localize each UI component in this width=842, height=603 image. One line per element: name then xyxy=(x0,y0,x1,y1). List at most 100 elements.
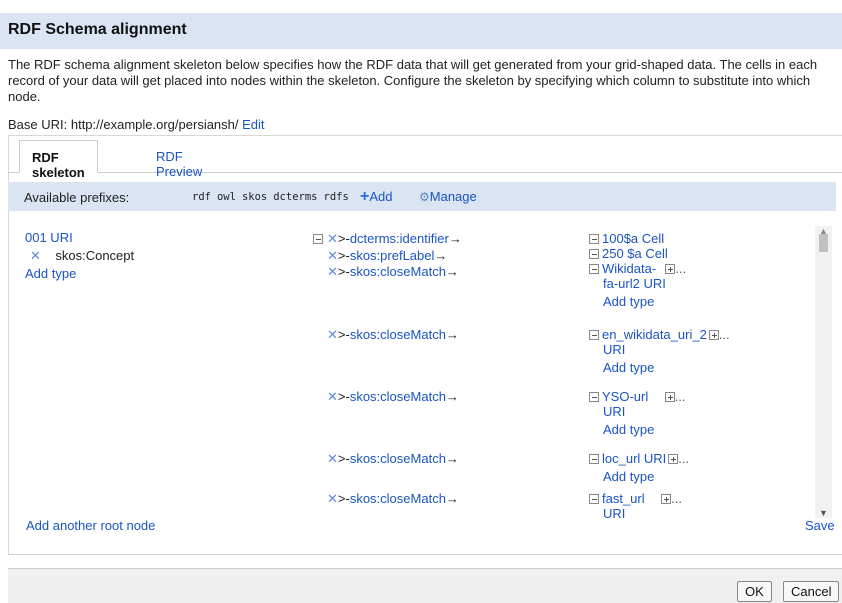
property-link[interactable]: skos:closeMatch xyxy=(350,451,446,466)
add-type-link[interactable]: Add type xyxy=(603,294,686,309)
prefix-bar: Available prefixes: rdf owl skos dcterms rdf… xyxy=(8,182,836,211)
target-node-label[interactable]: Wikidata- xyxy=(602,261,656,276)
arrow-icon: → xyxy=(445,327,459,342)
target-node-label[interactable]: en_wikidata_uri_2 xyxy=(602,327,707,342)
prefix-list: rdf owl skos dcterms rdfs xyxy=(192,191,355,203)
skeleton-area: 001 URI ✕ skos:Concept Add type ✕>-dcter… xyxy=(8,211,836,523)
prefix-item[interactable]: owl xyxy=(217,191,236,203)
property-link[interactable]: dcterms:identifier xyxy=(350,231,449,246)
collapse-icon[interactable] xyxy=(589,454,599,464)
arrow-icon: >- xyxy=(337,327,350,342)
scroll-thumb[interactable] xyxy=(819,234,828,252)
arrow-icon: >- xyxy=(337,491,350,506)
collapse-icon[interactable] xyxy=(589,234,599,244)
property-row: ✕>-skos:closeMatch→ xyxy=(327,451,459,467)
tab-rdf-preview[interactable]: RDF Preview xyxy=(144,140,214,179)
add-type-link[interactable]: Add type xyxy=(603,422,686,437)
arrow-icon: → xyxy=(445,491,459,506)
manage-prefixes-button[interactable]: ⚙Manage xyxy=(419,189,477,204)
tab-rdf-skeleton[interactable]: RDF skeleton xyxy=(19,140,98,180)
arrow-icon: → xyxy=(434,248,448,263)
gear-icon: ⚙ xyxy=(419,190,430,204)
target-node-label-cont[interactable]: URI xyxy=(603,342,625,357)
target-node-label-cont[interactable]: fa-url2 URI xyxy=(603,276,666,291)
target-node: en_wikidata_uri_2... URI Add type xyxy=(589,327,730,375)
target-node-label[interactable]: YSO-url xyxy=(602,389,648,404)
tab-divider xyxy=(9,172,842,173)
remove-property-icon[interactable]: ✕ xyxy=(327,231,338,246)
dialog-footer: OK Cancel xyxy=(8,568,842,603)
property-row: ✕>-skos:closeMatch→ xyxy=(327,264,459,280)
property-row: ✕>-skos:closeMatch→ xyxy=(327,327,459,343)
remove-property-icon[interactable]: ✕ xyxy=(327,389,338,404)
scroll-down-icon[interactable]: ▼ xyxy=(819,508,828,518)
dialog-description: The RDF schema alignment skeleton below … xyxy=(8,57,818,104)
expand-icon[interactable] xyxy=(664,392,675,402)
root-node-label[interactable]: 001 URI xyxy=(25,230,73,245)
vertical-scrollbar[interactable]: ▲ ▼ xyxy=(815,226,832,518)
collapse-icon[interactable] xyxy=(589,494,599,504)
expand-icon[interactable] xyxy=(661,494,672,504)
prefix-item[interactable]: rdf xyxy=(192,191,211,203)
target-node-label-cont[interactable]: URI xyxy=(603,506,625,521)
arrow-icon: >- xyxy=(337,389,350,404)
arrow-icon: >- xyxy=(337,264,350,279)
cancel-button[interactable]: Cancel xyxy=(783,581,840,602)
prefix-item[interactable]: rdfs xyxy=(324,191,349,203)
target-node: fast_url ... URI xyxy=(589,491,682,521)
add-root-node-link[interactable]: Add another root node xyxy=(26,518,155,533)
root-node-type: ✕ skos:Concept xyxy=(30,248,134,264)
remove-property-icon[interactable]: ✕ xyxy=(327,248,338,263)
ok-button[interactable]: OK xyxy=(737,581,772,602)
remove-type-icon[interactable]: ✕ xyxy=(30,248,41,263)
property-link[interactable]: skos:closeMatch xyxy=(350,491,446,506)
remove-property-icon[interactable]: ✕ xyxy=(327,451,338,466)
plus-icon: + xyxy=(360,188,370,205)
prefix-item[interactable]: dcterms xyxy=(273,191,317,203)
expand-icon[interactable] xyxy=(665,264,676,274)
add-type-link[interactable]: Add type xyxy=(603,469,689,484)
add-type-link[interactable]: Add type xyxy=(603,360,730,375)
base-uri-label: Base URI: http://example.org/persiansh/ xyxy=(8,117,239,132)
arrow-icon: → xyxy=(445,264,459,279)
target-node-label[interactable]: 100$a Cell xyxy=(602,231,664,246)
target-node-label-cont[interactable]: URI xyxy=(603,404,625,419)
collapse-icon[interactable] xyxy=(589,392,599,402)
target-node-label[interactable]: 250 $a Cell xyxy=(602,246,668,261)
ellipsis: ... xyxy=(671,491,682,506)
collapse-icon[interactable] xyxy=(589,330,599,340)
prefix-item[interactable]: skos xyxy=(242,191,267,203)
arrow-icon: >- xyxy=(337,231,350,246)
property-link[interactable]: skos:closeMatch xyxy=(350,327,446,342)
ellipsis: ... xyxy=(675,261,687,276)
target-node: 100$a Cell xyxy=(589,231,664,246)
remove-property-icon[interactable]: ✕ xyxy=(327,491,338,506)
save-link[interactable]: Save xyxy=(805,518,835,533)
collapse-icon[interactable] xyxy=(589,264,599,274)
expand-icon[interactable] xyxy=(708,330,719,340)
arrow-icon: >- xyxy=(337,451,350,466)
prefixes-label: Available prefixes: xyxy=(24,190,130,205)
property-link[interactable]: skos:closeMatch xyxy=(350,264,446,279)
target-node-label[interactable]: fast_url xyxy=(602,491,645,506)
expand-icon[interactable] xyxy=(668,454,679,464)
collapse-icon[interactable] xyxy=(589,249,599,259)
remove-property-icon[interactable]: ✕ xyxy=(327,264,338,279)
arrow-icon: → xyxy=(445,451,459,466)
add-prefix-button[interactable]: +Add xyxy=(360,188,392,205)
arrow-icon: → xyxy=(448,231,462,246)
property-link[interactable]: skos:prefLabel xyxy=(350,248,435,263)
target-node-label[interactable]: loc_url URI xyxy=(602,451,666,466)
manage-prefixes-label: Manage xyxy=(429,189,477,204)
property-link[interactable]: skos:closeMatch xyxy=(350,389,446,404)
root-add-type-link[interactable]: Add type xyxy=(25,266,76,281)
arrow-icon: → xyxy=(445,389,459,404)
root-type-label: skos:Concept xyxy=(55,248,135,263)
target-node: YSO-url ... URI Add type xyxy=(589,389,686,437)
property-row: ✕>-skos:prefLabel→ xyxy=(327,248,447,264)
collapse-icon[interactable] xyxy=(313,234,323,244)
base-uri-edit-link[interactable]: Edit xyxy=(242,117,264,132)
arrow-icon: >- xyxy=(337,248,350,263)
ellipsis: ... xyxy=(674,389,686,404)
remove-property-icon[interactable]: ✕ xyxy=(327,327,338,342)
